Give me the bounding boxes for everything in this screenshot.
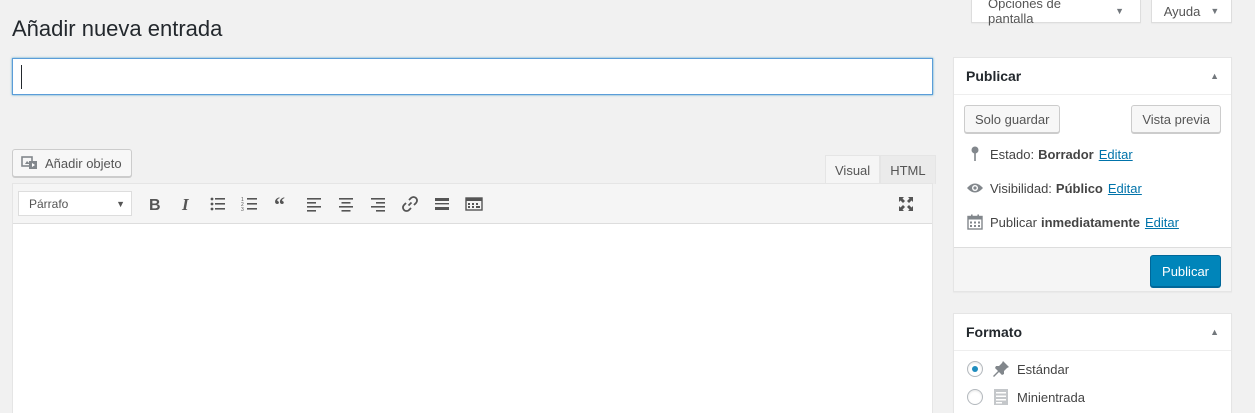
svg-text:“: “ xyxy=(274,195,285,213)
caret-down-icon: ▼ xyxy=(1115,6,1124,16)
format-option-aside[interactable]: Minientrada xyxy=(967,388,1085,406)
format-box: Formato ▲ Estándar Minientrada xyxy=(953,313,1232,413)
svg-text:B: B xyxy=(149,197,161,213)
caret-down-icon: ▼ xyxy=(1210,6,1220,16)
svg-text:3: 3 xyxy=(241,207,244,213)
numbered-list-icon[interactable]: 123 xyxy=(234,190,266,218)
fullscreen-icon[interactable] xyxy=(890,190,922,218)
align-right-icon[interactable] xyxy=(362,190,394,218)
link-icon[interactable] xyxy=(394,190,426,218)
editor: Párrafo ▼ B I 123 “ xyxy=(12,183,933,413)
bold-icon[interactable]: B xyxy=(138,190,170,218)
visibility-label: Visibilidad: xyxy=(990,180,1052,196)
toolbar-toggle-icon[interactable] xyxy=(458,190,490,218)
eye-icon xyxy=(965,179,985,197)
text-cursor xyxy=(21,65,22,89)
calendar-icon xyxy=(965,213,985,231)
publish-minor-actions: Solo guardar Vista previa xyxy=(954,95,1231,133)
format-select-value: Párrafo xyxy=(29,196,69,211)
add-media-label: Añadir objeto xyxy=(45,155,122,171)
collapse-arrow-icon[interactable]: ▲ xyxy=(1210,71,1219,81)
visibility-value: Público xyxy=(1055,180,1103,196)
status-row: Estado: Borrador Editar xyxy=(965,145,1133,163)
publish-major-actions: Publicar xyxy=(954,247,1231,291)
publish-date-label: Publicar xyxy=(990,214,1037,230)
aside-icon xyxy=(991,388,1011,406)
post-title-input[interactable] xyxy=(12,58,933,95)
blockquote-icon[interactable]: “ xyxy=(266,190,298,218)
tab-html[interactable]: HTML xyxy=(880,155,936,184)
align-center-icon[interactable] xyxy=(330,190,362,218)
align-left-icon[interactable] xyxy=(298,190,330,218)
visibility-row: Visibilidad: Público Editar xyxy=(965,179,1142,197)
add-media-button[interactable]: Añadir objeto xyxy=(12,149,132,177)
preview-button[interactable]: Vista previa xyxy=(1131,105,1221,133)
format-option-label: Minientrada xyxy=(1017,389,1085,405)
format-radio-aside[interactable] xyxy=(967,389,983,405)
format-box-title: Formato xyxy=(966,324,1022,340)
format-option-label: Estándar xyxy=(1017,361,1070,377)
media-icon xyxy=(21,155,39,171)
svg-text:I: I xyxy=(181,195,190,213)
editor-content-area[interactable] xyxy=(13,224,932,413)
status-value: Borrador xyxy=(1038,146,1094,162)
italic-icon[interactable]: I xyxy=(170,190,202,218)
status-label: Estado: xyxy=(990,146,1035,162)
save-draft-button[interactable]: Solo guardar xyxy=(964,105,1061,133)
bullet-list-icon[interactable] xyxy=(202,190,234,218)
format-radio-standard[interactable] xyxy=(967,361,983,377)
editor-tabs: Visual HTML xyxy=(825,155,936,184)
caret-down-icon: ▼ xyxy=(116,198,125,209)
collapse-arrow-icon[interactable]: ▲ xyxy=(1210,327,1219,337)
edit-visibility-link[interactable]: Editar xyxy=(1108,181,1142,196)
read-more-icon[interactable] xyxy=(426,190,458,218)
format-option-standard[interactable]: Estándar xyxy=(967,360,1069,378)
help-button[interactable]: Ayuda ▼ xyxy=(1151,0,1232,23)
publish-button[interactable]: Publicar xyxy=(1150,255,1221,287)
edit-publish-date-link[interactable]: Editar xyxy=(1145,215,1179,230)
pin-icon xyxy=(991,360,1011,378)
screen-meta-links: Opciones de pantalla ▼ Ayuda ▼ xyxy=(971,0,1232,26)
publish-date-value: inmediatamente xyxy=(1040,214,1140,230)
format-box-header[interactable]: Formato ▲ xyxy=(954,314,1231,351)
publish-box-header[interactable]: Publicar ▲ xyxy=(954,58,1231,95)
screen-options-label: Opciones de pantalla xyxy=(988,0,1061,26)
screen-options-button[interactable]: Opciones de pantalla ▼ xyxy=(971,0,1141,26)
format-select[interactable]: Párrafo ▼ xyxy=(18,191,132,216)
editor-toolbar: Párrafo ▼ B I 123 “ xyxy=(13,184,932,224)
tab-visual[interactable]: Visual xyxy=(825,155,881,184)
page-title: Añadir nueva entrada xyxy=(12,16,223,41)
edit-status-link[interactable]: Editar xyxy=(1099,147,1133,162)
publish-box-title: Publicar xyxy=(966,68,1022,84)
pin-icon xyxy=(965,145,985,163)
publish-date-row: Publicar inmediatamente Editar xyxy=(965,213,1179,231)
help-label: Ayuda xyxy=(1163,3,1201,19)
publish-box: Publicar ▲ Solo guardar Vista previa Est… xyxy=(953,57,1232,292)
